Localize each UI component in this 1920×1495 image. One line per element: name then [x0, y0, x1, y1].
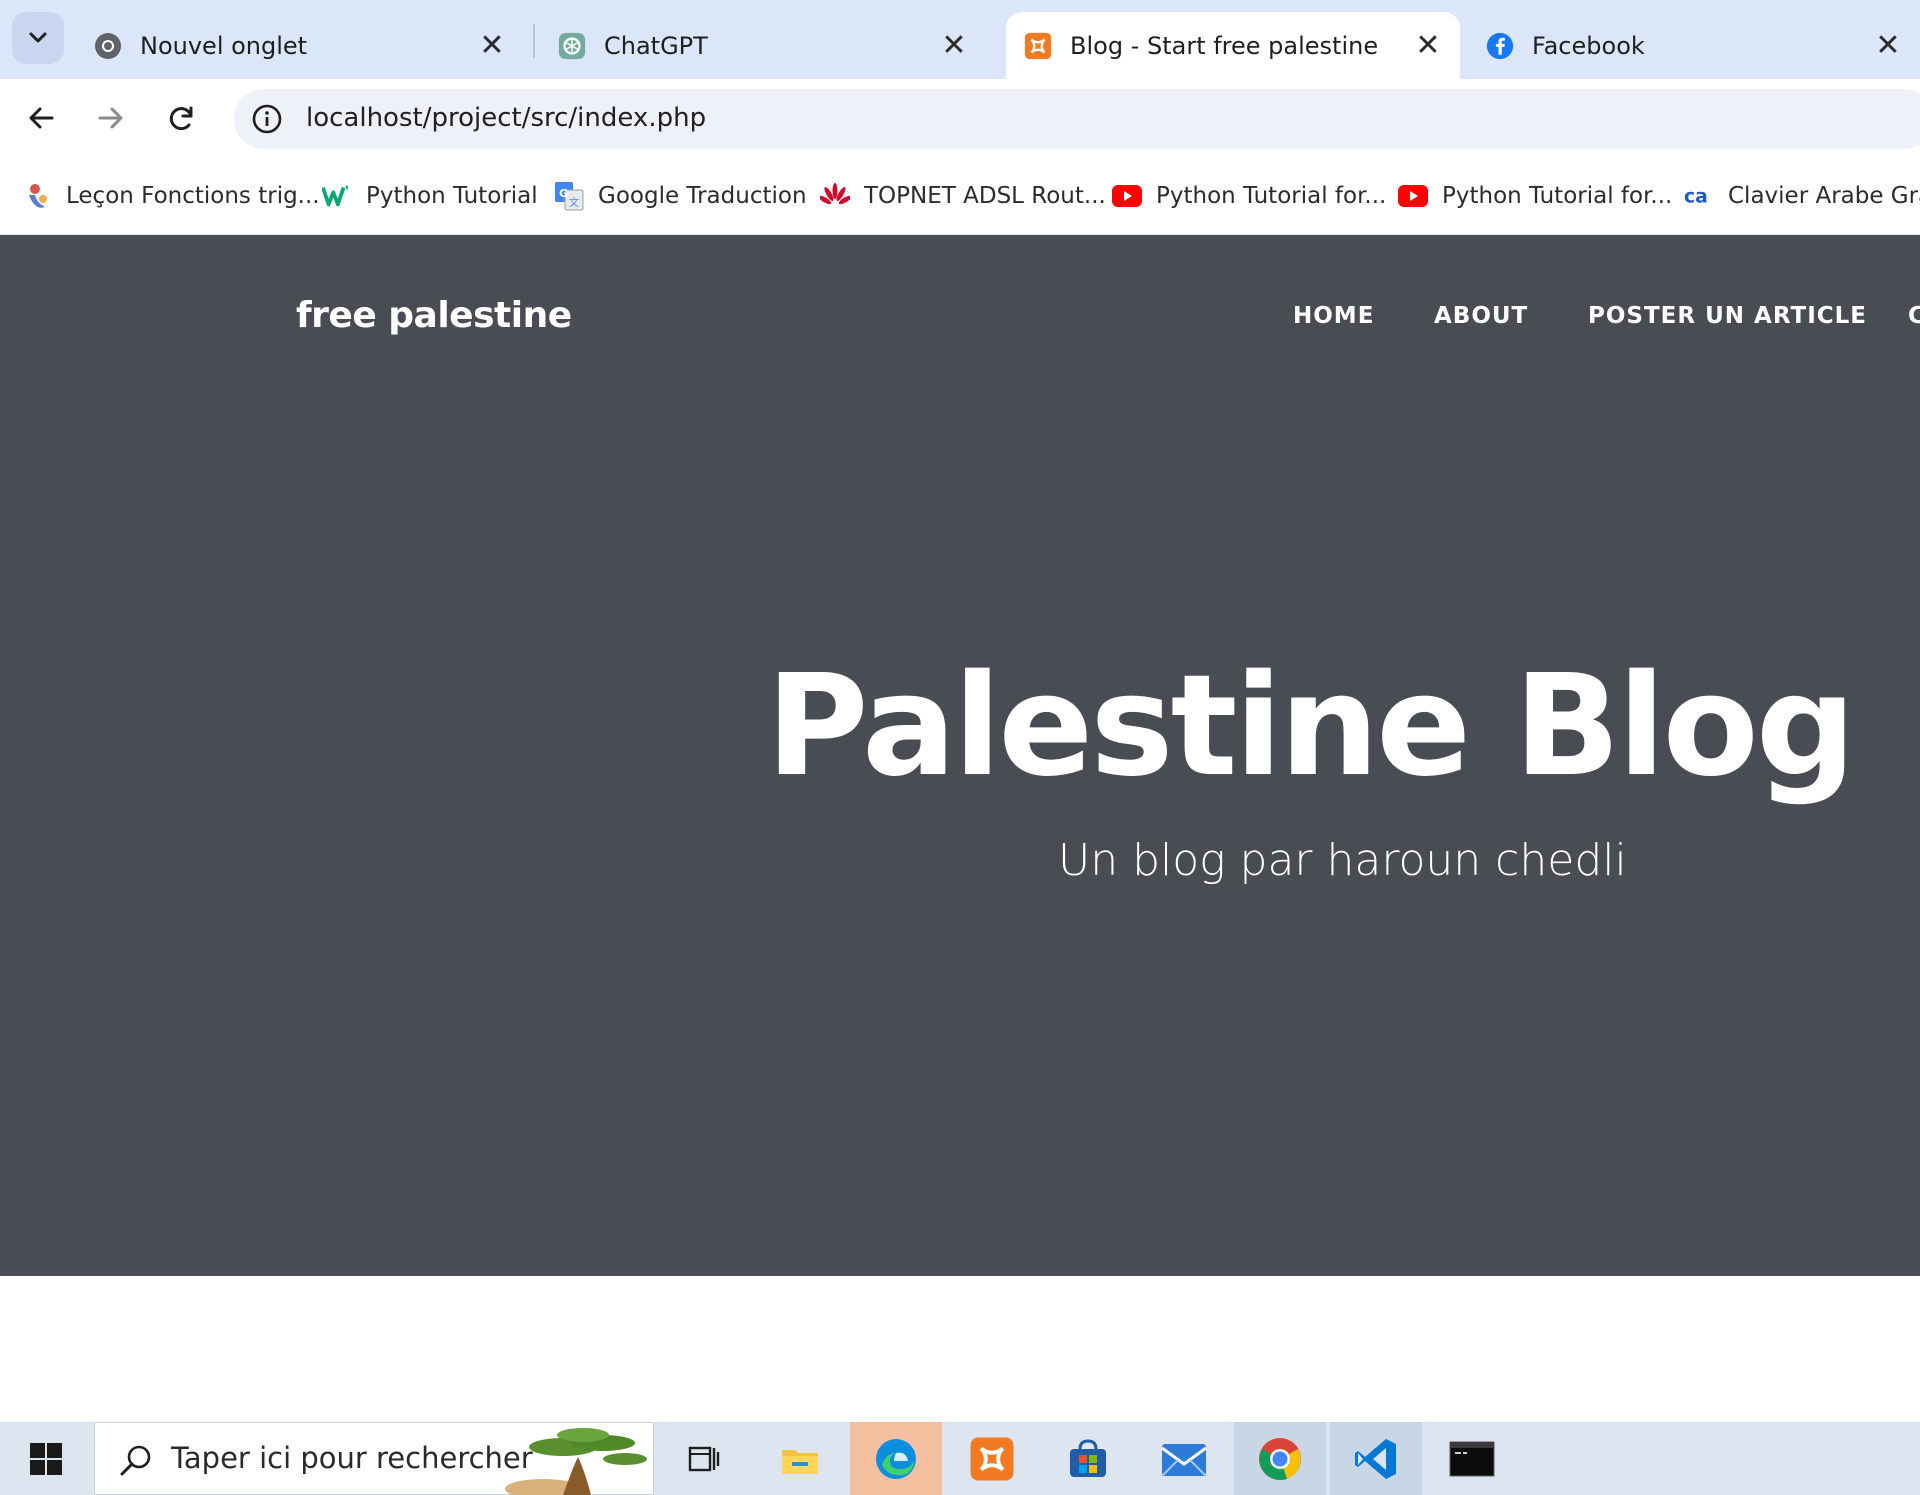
hero-subtitle: Un blog par haroun chedli	[1058, 835, 1627, 886]
mail-button[interactable]	[1138, 1422, 1230, 1495]
hero-section: free palestine HOME ABOUT POSTER UN ARTI…	[0, 235, 1920, 1276]
svg-text:G: G	[559, 187, 568, 200]
mail-icon	[1161, 1443, 1207, 1477]
bookmark-label: Python Tutorial for...	[1156, 183, 1387, 209]
tab-blog[interactable]: Blog - Start free palestine ✕	[1006, 12, 1460, 79]
vscode-button[interactable]	[1330, 1422, 1422, 1495]
file-explorer-button[interactable]	[754, 1422, 846, 1495]
arrow-left-icon	[29, 107, 54, 129]
microsoft-store-icon	[1070, 1438, 1106, 1477]
tab-chatgpt[interactable]: ChatGPT ✕	[540, 12, 986, 79]
address-bar[interactable]: localhost/project/src/index.php	[234, 89, 1920, 149]
tab-strip: Nouvel onglet ✕ ChatGPT ✕ Blog - Start f…	[0, 0, 1920, 79]
page-content-area	[0, 1276, 1920, 1422]
bookmark-youtube-1[interactable]: Python Tutorial for...	[1112, 177, 1386, 215]
nav-more-cut-off[interactable]: C	[1908, 303, 1920, 329]
tab-nouvel-onglet[interactable]: Nouvel onglet ✕	[76, 12, 524, 79]
close-icon[interactable]: ✕	[478, 28, 506, 63]
chrome-icon	[94, 32, 122, 60]
bookmark-label: Clavier Arabe Gratu	[1728, 183, 1920, 209]
forward-button[interactable]	[88, 95, 134, 141]
site-info-icon[interactable]	[250, 102, 284, 136]
svg-text:文: 文	[569, 196, 579, 209]
tab-search-button[interactable]	[12, 12, 64, 64]
site-brand[interactable]: free palestine	[296, 295, 572, 336]
microsoft-store-button[interactable]	[1042, 1422, 1134, 1495]
youtube-icon	[1112, 181, 1142, 211]
task-view-icon	[688, 1446, 720, 1471]
bookmark-google-traduction[interactable]: G文 Google Traduction	[554, 177, 807, 215]
search-icon	[120, 1445, 151, 1476]
tab-title: Blog - Start free palestine	[1070, 31, 1379, 60]
tab-title: Nouvel onglet	[140, 31, 308, 60]
tab-title: Facebook	[1532, 31, 1645, 60]
youtube-icon	[1398, 181, 1428, 211]
chrome-button[interactable]	[1234, 1422, 1326, 1495]
edge-button[interactable]	[850, 1422, 942, 1495]
xampp-button[interactable]	[946, 1422, 1038, 1495]
arrow-right-icon	[98, 107, 123, 129]
url-text[interactable]: localhost/project/src/index.php	[306, 103, 706, 133]
start-button[interactable]	[0, 1422, 92, 1495]
lesson-icon	[22, 181, 52, 211]
chatgpt-icon	[558, 32, 586, 60]
windows-taskbar: Taper ici pour rechercher	[0, 1422, 1920, 1495]
search-placeholder: Taper ici pour rechercher	[171, 1441, 533, 1475]
windows-icon	[30, 1442, 62, 1475]
back-button[interactable]	[18, 95, 64, 141]
bookmark-label: Python Tutorial for...	[1442, 183, 1673, 209]
bookmark-topnet[interactable]: TOPNET ADSL Rout...	[820, 177, 1106, 215]
bookmark-python-tutorial[interactable]: Python Tutorial	[322, 177, 538, 215]
close-icon[interactable]: ✕	[1414, 28, 1442, 63]
bookmark-label: Python Tutorial	[366, 183, 538, 209]
w3schools-icon	[322, 181, 352, 211]
bonsai-tree-icon	[505, 1428, 647, 1495]
browser-toolbar: localhost/project/src/index.php	[0, 79, 1920, 157]
nav-home[interactable]: HOME	[1293, 303, 1374, 329]
bookmark-label: Leçon Fonctions trig...	[66, 183, 320, 209]
tab-title: ChatGPT	[604, 31, 708, 60]
taskbar-search[interactable]: Taper ici pour rechercher	[94, 1422, 654, 1495]
bookmark-lecon[interactable]: Leçon Fonctions trig...	[22, 177, 320, 215]
huawei-icon	[820, 181, 850, 211]
google-translate-icon: G文	[554, 181, 584, 211]
nav-about[interactable]: ABOUT	[1434, 303, 1528, 329]
hero-title: Palestine Blog	[766, 645, 1856, 808]
tab-facebook[interactable]: Facebook ✕	[1468, 12, 1920, 79]
svg-text:ca: ca	[1684, 187, 1708, 208]
bookmark-label: TOPNET ADSL Rout...	[864, 183, 1106, 209]
task-view-button[interactable]	[658, 1422, 750, 1495]
reload-button[interactable]	[159, 95, 205, 141]
xampp-icon	[1024, 32, 1052, 60]
bookmark-label: Google Traduction	[598, 183, 807, 209]
xampp-icon	[970, 1437, 1014, 1480]
bookmarks-bar: Leçon Fonctions trig... Python Tutorial …	[0, 157, 1920, 235]
clavier-arabe-icon: ca	[1684, 181, 1714, 211]
terminal-button[interactable]	[1426, 1422, 1518, 1495]
facebook-icon	[1486, 32, 1514, 60]
edge-icon	[876, 1438, 916, 1479]
vscode-icon	[1355, 1438, 1396, 1479]
chrome-icon	[1259, 1437, 1301, 1480]
close-icon[interactable]: ✕	[940, 28, 968, 63]
chevron-down-icon	[29, 32, 47, 43]
close-icon[interactable]: ✕	[1874, 28, 1902, 63]
tab-separator	[533, 24, 535, 58]
reload-icon	[169, 106, 193, 131]
bookmark-youtube-2[interactable]: Python Tutorial for...	[1398, 177, 1672, 215]
terminal-icon	[1449, 1441, 1495, 1476]
nav-poster-article[interactable]: POSTER UN ARTICLE	[1588, 303, 1867, 329]
bookmark-clavier-arabe[interactable]: ca Clavier Arabe Gratu	[1684, 177, 1920, 215]
file-explorer-icon	[782, 1449, 818, 1474]
